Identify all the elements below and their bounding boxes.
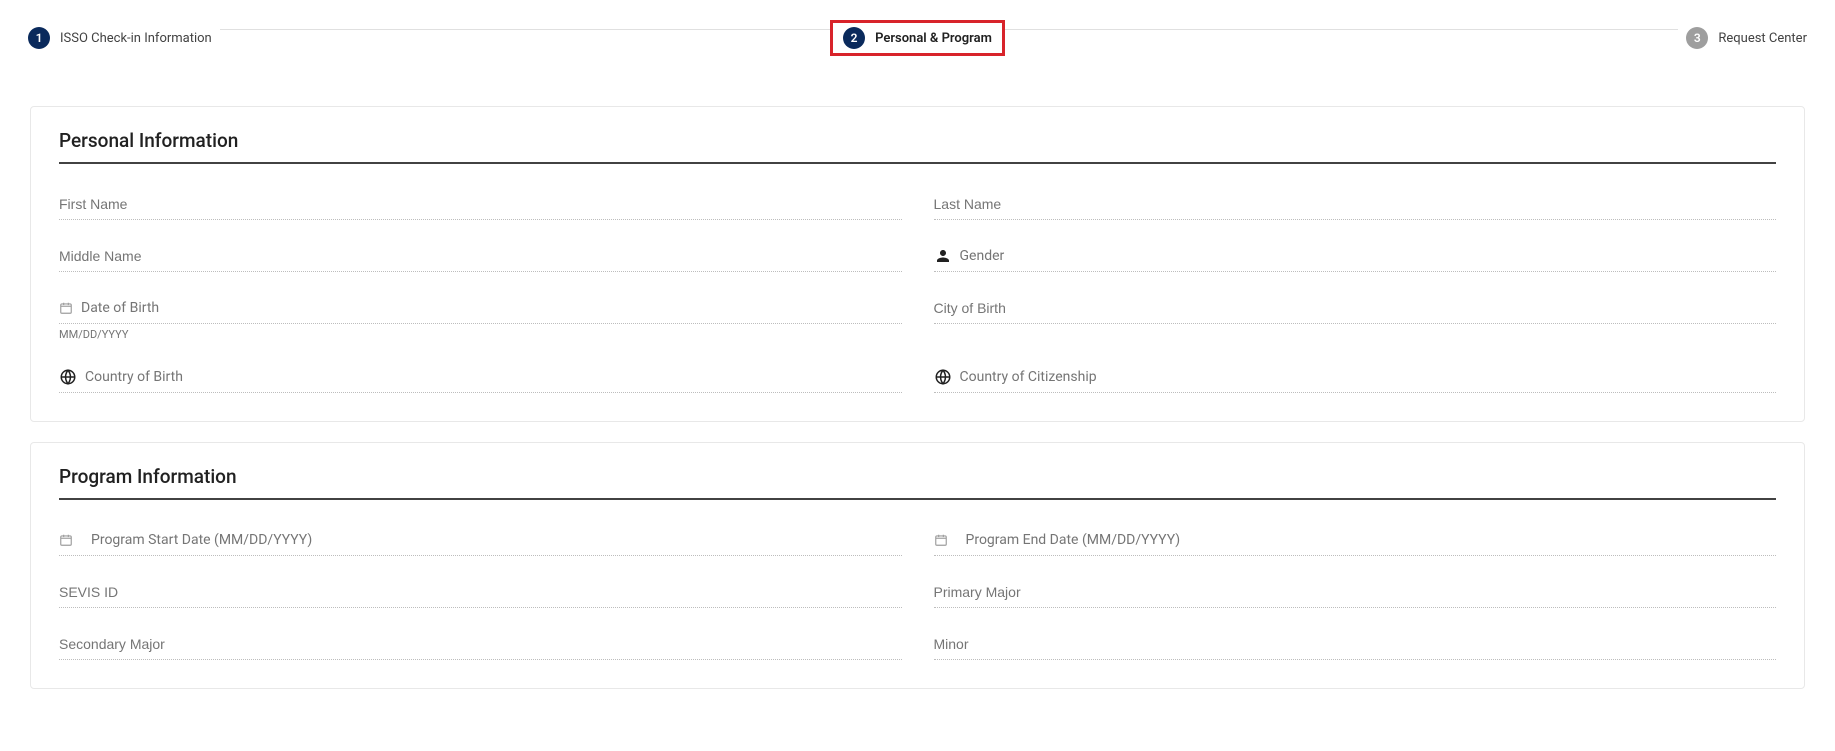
step-label-2: Personal & Program <box>875 31 992 46</box>
calendar-icon <box>934 533 948 547</box>
gender-label: Gender <box>960 248 1005 264</box>
stepper: 1 ISSO Check-in Information 2 Personal &… <box>0 0 1835 76</box>
city-of-birth-field[interactable] <box>934 296 1777 324</box>
globe-icon <box>59 368 77 386</box>
program-start-date-label: Program Start Date (MM/DD/YYYY) <box>81 532 312 548</box>
sevis-id-input[interactable] <box>59 584 902 600</box>
step-label-1: ISSO Check-in Information <box>60 31 212 46</box>
city-of-birth-spacer <box>934 328 1777 341</box>
last-name-input[interactable] <box>934 196 1777 212</box>
program-information-title: Program Information <box>59 465 1776 500</box>
minor-input[interactable] <box>934 636 1777 652</box>
secondary-major-field[interactable] <box>59 632 902 660</box>
country-of-birth-label: Country of Birth <box>85 369 183 385</box>
calendar-icon <box>59 533 73 547</box>
personal-information-card: Personal Information Gender <box>30 106 1805 422</box>
program-start-date-field[interactable]: Program Start Date (MM/DD/YYYY) <box>59 528 902 556</box>
date-of-birth-hint: MM/DD/YYYY <box>59 328 902 341</box>
sevis-id-field[interactable] <box>59 580 902 608</box>
step-label-3: Request Center <box>1718 31 1807 46</box>
step-request-center[interactable]: 3 Request Center <box>1678 27 1815 49</box>
primary-major-field[interactable] <box>934 580 1777 608</box>
middle-name-field[interactable] <box>59 244 902 272</box>
minor-field[interactable] <box>934 632 1777 660</box>
gender-field[interactable]: Gender <box>934 244 1777 272</box>
person-icon <box>934 247 952 265</box>
date-of-birth-label: Date of Birth <box>81 300 159 316</box>
date-of-birth-field[interactable]: Date of Birth <box>59 296 902 324</box>
middle-name-input[interactable] <box>59 248 902 264</box>
step-number-1: 1 <box>28 27 50 49</box>
secondary-major-input[interactable] <box>59 636 902 652</box>
country-of-citizenship-field[interactable]: Country of Citizenship <box>934 365 1777 393</box>
personal-information-title: Personal Information <box>59 129 1776 164</box>
globe-icon <box>934 368 952 386</box>
country-of-citizenship-label: Country of Citizenship <box>960 369 1097 385</box>
country-of-birth-field[interactable]: Country of Birth <box>59 365 902 393</box>
step-isso-checkin[interactable]: 1 ISSO Check-in Information <box>20 27 220 49</box>
step-number-2: 2 <box>843 27 865 49</box>
primary-major-input[interactable] <box>934 584 1777 600</box>
program-form-grid: Program Start Date (MM/DD/YYYY) Program … <box>59 528 1776 660</box>
program-end-date-field[interactable]: Program End Date (MM/DD/YYYY) <box>934 528 1777 556</box>
last-name-field[interactable] <box>934 192 1777 220</box>
step-personal-program[interactable]: 2 Personal & Program <box>830 20 1005 56</box>
program-end-date-label: Program End Date (MM/DD/YYYY) <box>956 532 1181 548</box>
program-information-card: Program Information Program Start Date (… <box>30 442 1805 689</box>
first-name-input[interactable] <box>59 196 902 212</box>
step-number-3: 3 <box>1686 27 1708 49</box>
personal-form-grid: Gender Date of Birth MM/DD/YYYY Cou <box>59 192 1776 393</box>
first-name-field[interactable] <box>59 192 902 220</box>
city-of-birth-input[interactable] <box>934 300 1777 316</box>
calendar-icon <box>59 301 73 315</box>
